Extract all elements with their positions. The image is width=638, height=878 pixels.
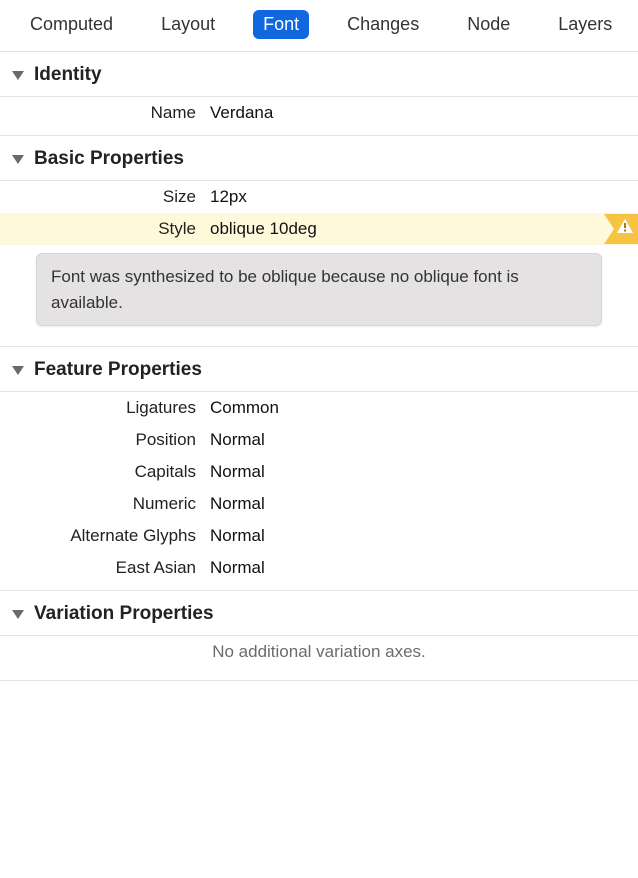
section-header-basic[interactable]: Basic Properties bbox=[0, 136, 638, 181]
section-title: Basic Properties bbox=[34, 148, 184, 170]
prop-row-ligatures: Ligatures Common bbox=[0, 392, 638, 424]
section-title: Feature Properties bbox=[34, 359, 202, 381]
prop-label: Numeric bbox=[0, 494, 210, 514]
section-title: Identity bbox=[34, 64, 102, 86]
tab-layers[interactable]: Layers bbox=[548, 10, 622, 39]
prop-row-size: Size 12px bbox=[0, 181, 638, 213]
prop-label: East Asian bbox=[0, 558, 210, 578]
prop-value: Verdana bbox=[210, 103, 638, 123]
prop-row-name: Name Verdana bbox=[0, 97, 638, 129]
section-header-identity[interactable]: Identity bbox=[0, 52, 638, 97]
tabs-bar: Computed Layout Font Changes Node Layers bbox=[0, 0, 638, 52]
variation-empty-message: No additional variation axes. bbox=[0, 636, 638, 674]
section-header-variation[interactable]: Variation Properties bbox=[0, 591, 638, 636]
prop-value: 12px bbox=[210, 187, 638, 207]
prop-label: Name bbox=[0, 103, 210, 123]
chevron-down-icon bbox=[12, 610, 24, 619]
prop-row-position: Position Normal bbox=[0, 424, 638, 456]
prop-label: Ligatures bbox=[0, 398, 210, 418]
tab-layout[interactable]: Layout bbox=[151, 10, 225, 39]
tab-node[interactable]: Node bbox=[457, 10, 520, 39]
section-basic: Basic Properties Size 12px Style oblique… bbox=[0, 136, 638, 347]
prop-value: Normal bbox=[210, 558, 638, 578]
prop-row-capitals: Capitals Normal bbox=[0, 456, 638, 488]
chevron-down-icon bbox=[12, 366, 24, 375]
tab-changes[interactable]: Changes bbox=[337, 10, 429, 39]
prop-row-numeric: Numeric Normal bbox=[0, 488, 638, 520]
chevron-down-icon bbox=[12, 155, 24, 164]
prop-value: Normal bbox=[210, 462, 638, 482]
section-feature: Feature Properties Ligatures Common Posi… bbox=[0, 347, 638, 591]
tab-font[interactable]: Font bbox=[253, 10, 309, 39]
chevron-down-icon bbox=[12, 71, 24, 80]
prop-value: Normal bbox=[210, 526, 638, 546]
prop-label: Size bbox=[0, 187, 210, 207]
prop-label: Alternate Glyphs bbox=[0, 526, 210, 546]
prop-value: Common bbox=[210, 398, 638, 418]
section-header-feature[interactable]: Feature Properties bbox=[0, 347, 638, 392]
prop-row-alternate-glyphs: Alternate Glyphs Normal bbox=[0, 520, 638, 552]
prop-value: Normal bbox=[210, 430, 638, 450]
prop-row-east-asian: East Asian Normal bbox=[0, 552, 638, 584]
prop-value: oblique 10deg bbox=[210, 219, 638, 239]
warning-icon[interactable] bbox=[604, 213, 638, 245]
prop-label: Capitals bbox=[0, 462, 210, 482]
tab-computed[interactable]: Computed bbox=[20, 10, 123, 39]
section-identity: Identity Name Verdana bbox=[0, 52, 638, 136]
warning-tooltip: Font was synthesized to be oblique becau… bbox=[36, 253, 602, 326]
prop-value: Normal bbox=[210, 494, 638, 514]
prop-label: Style bbox=[0, 219, 210, 239]
prop-row-style: Style oblique 10deg bbox=[0, 213, 638, 245]
section-variation: Variation Properties No additional varia… bbox=[0, 591, 638, 681]
prop-label: Position bbox=[0, 430, 210, 450]
section-title: Variation Properties bbox=[34, 603, 214, 625]
